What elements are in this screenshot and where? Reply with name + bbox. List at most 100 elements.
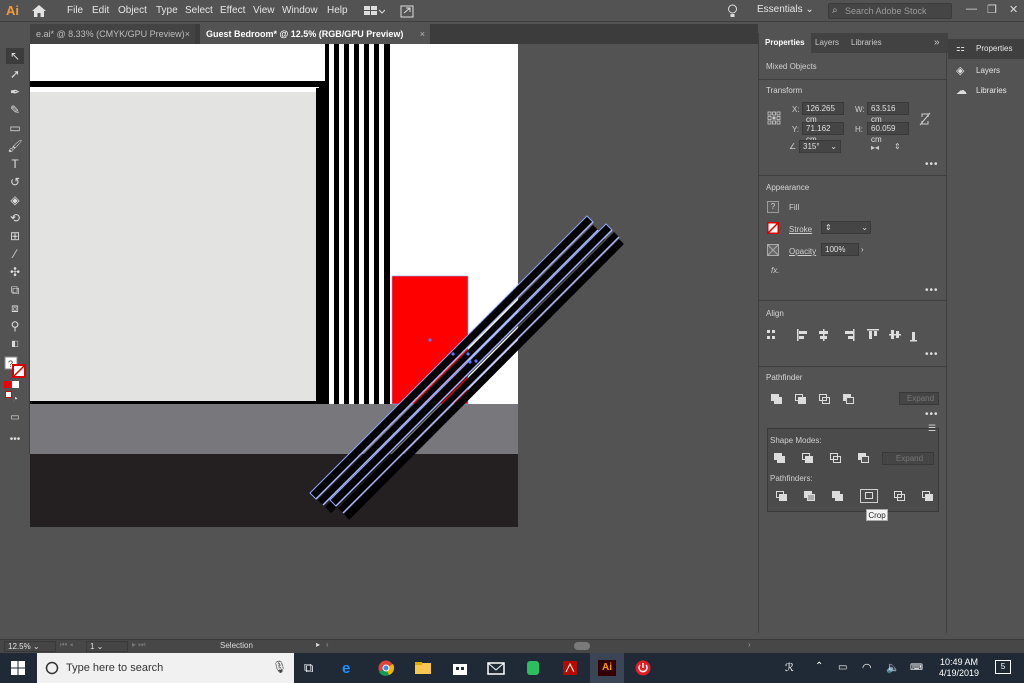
draw-mode-icon[interactable]: ◔ <box>6 392 24 408</box>
fill-stroke-swatch-icon[interactable]: ? <box>4 356 26 378</box>
close-icon[interactable]: ✕ <box>1009 3 1018 16</box>
transform-more-icon[interactable]: ••• <box>925 159 939 170</box>
tab-properties[interactable]: Properties <box>759 33 811 53</box>
menu-select[interactable]: Select <box>185 4 213 18</box>
task-view-icon[interactable]: ⧉ <box>304 660 322 676</box>
rotate-tool-icon[interactable]: ↺ <box>6 174 24 190</box>
microphone-icon[interactable]: 🎙 <box>272 660 287 674</box>
artwork[interactable] <box>30 44 758 639</box>
show-hidden-icons-icon[interactable]: ⌃ <box>815 661 823 672</box>
menu-object[interactable]: Object <box>118 4 147 18</box>
next-artboard-icon[interactable]: ▸ ⏭ <box>132 640 145 650</box>
screen-mode-icon[interactable]: ▭ <box>6 410 24 426</box>
reference-point-icon[interactable] <box>767 111 781 125</box>
flip-vertical-icon[interactable]: ⇕ <box>894 142 901 151</box>
blend-tool-icon[interactable]: ⧉ <box>6 282 24 298</box>
default-colors-icon[interactable]: ◧ <box>6 336 24 352</box>
minimize-icon[interactable]: — <box>966 3 977 15</box>
rectangle-tool-icon[interactable]: ▭ <box>6 120 24 136</box>
shape-mode-buttons[interactable] <box>774 453 874 465</box>
w-field[interactable]: 63.516 cm <box>867 102 909 124</box>
fill-swatch-icon[interactable]: ? <box>767 201 779 213</box>
chrome-icon[interactable] <box>377 660 395 676</box>
y-field[interactable]: 71.162 cm <box>802 122 844 144</box>
symbol-sprayer-tool-icon[interactable]: ✣ <box>6 264 24 280</box>
menu-type[interactable]: Type <box>156 4 178 18</box>
warp-tool-icon[interactable]: ⟲ <box>6 210 24 226</box>
pathfinder-operation-buttons[interactable] <box>776 489 936 503</box>
tab-layers[interactable]: Layers <box>809 33 845 53</box>
people-icon[interactable]: ℛ <box>785 661 794 674</box>
artboard-tool-icon[interactable]: ⧈ <box>6 300 24 316</box>
document-tab-2-active[interactable]: Guest Bedroom* @ 12.5% (RGB/GPU Preview)… <box>200 24 430 44</box>
appearance-more-icon[interactable]: ••• <box>925 285 939 296</box>
panel-collapse-icon[interactable]: » <box>934 37 940 48</box>
arrange-documents-icon[interactable] <box>363 5 385 17</box>
store-icon[interactable] <box>451 660 469 676</box>
color-mode-icon[interactable] <box>4 380 26 398</box>
windows-start-icon[interactable] <box>11 661 25 675</box>
edit-toolbar-icon[interactable]: ••• <box>6 432 24 448</box>
opacity-swatch-icon[interactable] <box>767 244 779 256</box>
selection-tool-icon[interactable]: ↖ <box>6 48 24 64</box>
workspace-switcher[interactable]: Essentials ⌄ <box>757 4 814 15</box>
paintbrush-tool-icon[interactable]: 🖌 <box>6 138 24 154</box>
zoom-tool-icon[interactable]: ⚲ <box>6 318 24 334</box>
input-method-icon[interactable]: ⌨ <box>910 662 923 673</box>
send-to-icon[interactable] <box>400 4 414 18</box>
system-clock[interactable]: 10:49 AM 4/19/2019 <box>936 657 982 679</box>
wifi-icon[interactable]: ◠ <box>862 661 872 674</box>
scroll-left-icon[interactable]: ‹ <box>326 640 329 649</box>
angle-field[interactable]: 315° ⌄ <box>799 140 841 153</box>
opacity-arrow-icon[interactable]: › <box>861 245 864 254</box>
eraser-tool-icon[interactable]: ◈ <box>6 192 24 208</box>
file-explorer-icon[interactable] <box>414 660 432 676</box>
menu-help[interactable]: Help <box>327 4 348 18</box>
menu-view[interactable]: View <box>253 4 275 18</box>
menu-edit[interactable]: Edit <box>92 4 109 18</box>
document-tab-1[interactable]: e.ai* @ 8.33% (CMYK/GPU Preview) × <box>30 24 195 44</box>
status-menu-arrow-icon[interactable]: ▸ <box>316 640 320 649</box>
stroke-label[interactable]: Stroke <box>789 225 812 234</box>
horizontal-scrollbar-thumb[interactable] <box>574 642 590 650</box>
menu-effect[interactable]: Effect <box>220 4 245 18</box>
power-app-icon[interactable] <box>634 660 652 676</box>
flyout-expand-button[interactable]: Expand <box>882 452 934 465</box>
menu-window[interactable]: Window <box>282 4 318 18</box>
align-more-icon[interactable]: ••• <box>925 349 939 360</box>
type-tool-icon[interactable]: T <box>6 156 24 172</box>
pathfinder-mode-buttons[interactable] <box>771 394 871 406</box>
home-icon[interactable] <box>31 4 47 18</box>
notifications-icon[interactable]: 5 <box>995 660 1011 674</box>
artboard-number-field[interactable]: 1 ⌄ <box>86 641 128 652</box>
stroke-swatch-icon[interactable] <box>767 222 779 234</box>
mail-icon[interactable] <box>487 660 505 676</box>
stroke-weight-field[interactable]: ⇕ ⌄ <box>821 221 871 234</box>
align-buttons[interactable] <box>767 328 917 342</box>
close-tab-icon[interactable]: × <box>420 24 425 44</box>
volume-icon[interactable]: 🔈 <box>886 661 900 674</box>
lightbulb-icon[interactable] <box>727 4 738 18</box>
pathfinder-expand-button[interactable]: Expand <box>899 392 939 405</box>
restore-icon[interactable]: ❐ <box>987 3 997 16</box>
document-canvas[interactable] <box>30 44 758 639</box>
opacity-label[interactable]: Opacity <box>789 247 816 256</box>
acrobat-icon[interactable] <box>561 660 579 676</box>
constrain-proportions-icon[interactable] <box>919 112 931 126</box>
first-artboard-icon[interactable]: ⏮ ◂ <box>60 640 73 650</box>
battery-icon[interactable]: ▭ <box>838 662 847 673</box>
pathfinder-more-icon[interactable]: ••• <box>925 409 939 420</box>
scroll-right-icon[interactable]: › <box>748 640 751 649</box>
free-transform-tool-icon[interactable]: ⊞ <box>6 228 24 244</box>
taskbar-search-box[interactable]: Type here to search <box>37 653 294 683</box>
tab-libraries[interactable]: Libraries <box>845 33 888 53</box>
adobe-stock-search-input[interactable]: ⌕ Search Adobe Stock <box>828 3 952 19</box>
x-field[interactable]: 126.265 cm <box>802 102 844 124</box>
fx-icon[interactable]: fx. <box>771 266 779 275</box>
zoom-field[interactable]: 12.5% ⌄ <box>4 641 56 652</box>
flip-horizontal-icon[interactable]: ▸◂ <box>871 143 879 152</box>
direct-selection-tool-icon[interactable]: ➚ <box>6 66 24 82</box>
curvature-tool-icon[interactable]: ✎ <box>6 102 24 118</box>
close-tab-icon[interactable]: × <box>185 24 190 44</box>
list-menu-icon[interactable]: ☰ <box>928 423 936 434</box>
